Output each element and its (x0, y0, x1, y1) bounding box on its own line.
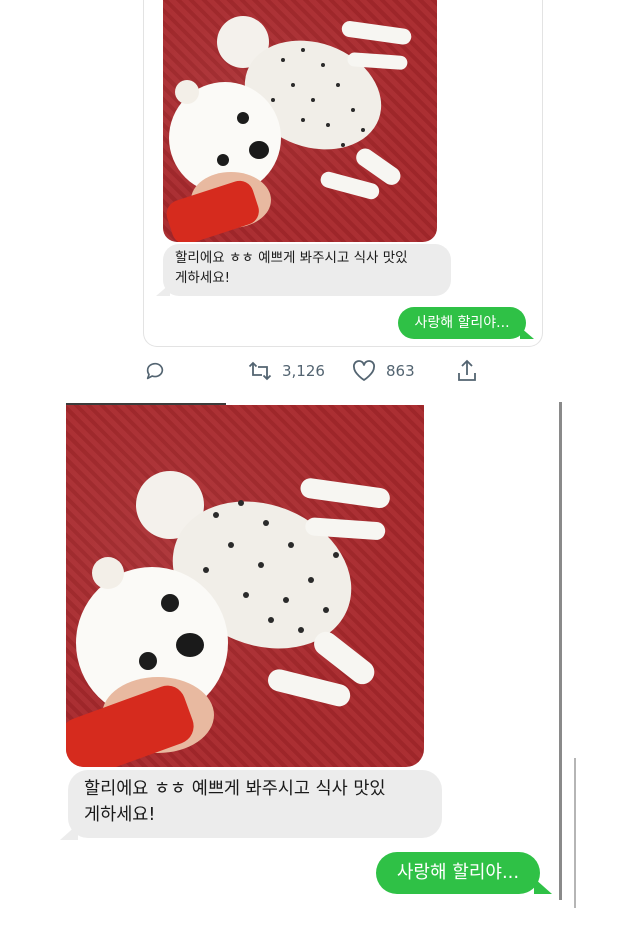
comment-bubble-icon (146, 362, 164, 380)
incoming-message-line1: 할리에요 ㅎㅎ 예쁘게 봐주시고 식사 맛있 (175, 250, 408, 266)
scrollbar-right[interactable] (559, 402, 562, 900)
dog-illustration (166, 16, 412, 242)
like-button[interactable]: 863 (352, 360, 415, 382)
outgoing-bubble-tail (520, 327, 534, 339)
dog-photo-top[interactable] (163, 0, 437, 242)
outgoing-message-bubble: 사랑해 할리야... (376, 852, 540, 894)
outgoing-bubble-tail-large (534, 878, 552, 894)
outgoing-message-bubble-top: 사랑해 할리야... (398, 307, 526, 339)
scrollbar-far-right[interactable] (574, 758, 576, 908)
retweet-icon (248, 361, 272, 381)
reply-button[interactable] (144, 360, 166, 382)
incoming-bubble-tail-large (60, 824, 78, 840)
dog-illustration-large (66, 471, 390, 767)
incoming-message-line2: 게하세요! (84, 805, 156, 826)
retweet-count: 3,126 (282, 362, 325, 380)
outgoing-message-text-large: 사랑해 할리야... (396, 862, 520, 883)
incoming-bubble-tail (156, 284, 170, 296)
incoming-message-bubble: 할리에요 ㅎㅎ 예쁘게 봐주시고 식사 맛있 게하세요! (68, 770, 442, 838)
share-button[interactable] (456, 359, 478, 383)
incoming-message-line2: 게하세요! (175, 270, 231, 287)
dog-photo-bottom[interactable] (66, 405, 424, 767)
heart-icon (353, 360, 375, 381)
like-count: 863 (386, 362, 415, 380)
incoming-message-line1: 할리에요 ㅎㅎ 예쁘게 봐주시고 식사 맛있 (84, 779, 386, 799)
retweet-button[interactable]: 3,126 (248, 360, 325, 382)
share-upload-icon (458, 359, 476, 381)
incoming-message-bubble-top: 할리에요 ㅎㅎ 예쁘게 봐주시고 식사 맛있 게하세요! (163, 244, 451, 296)
outgoing-message-text: 사랑해 할리야... (414, 315, 510, 331)
